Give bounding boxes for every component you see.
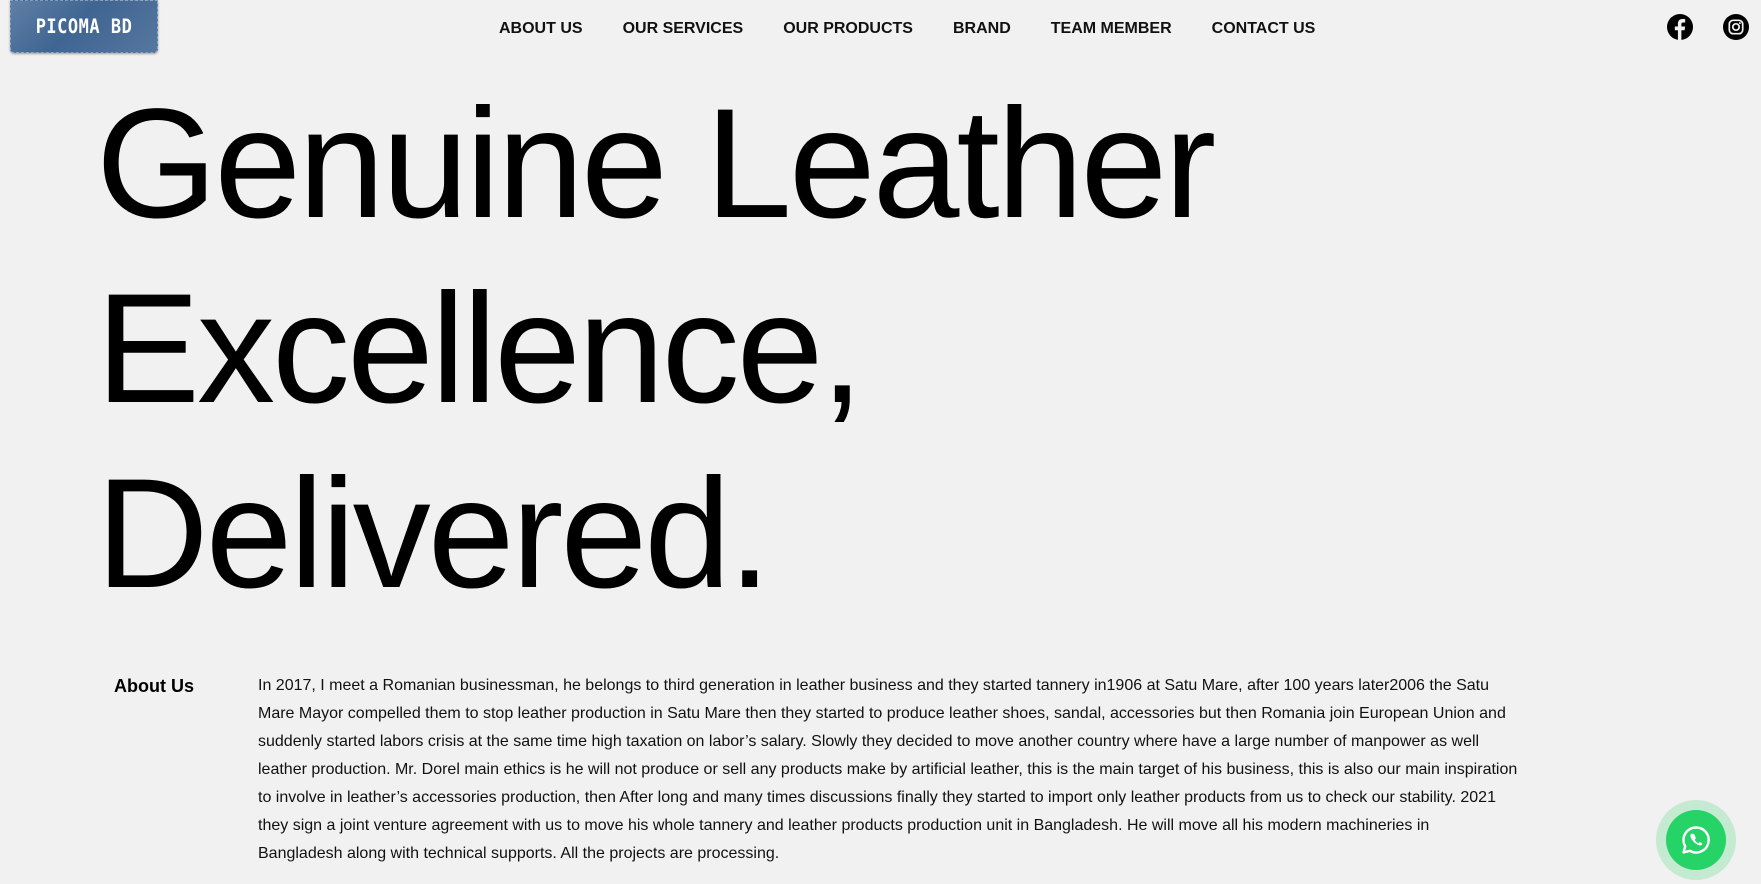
nav-contact-us[interactable]: CONTACT US — [1212, 20, 1316, 38]
about-us-text: In 2017, I meet a Romanian businessman, … — [258, 677, 1518, 862]
site-logo[interactable]: PICOMA BD — [10, 0, 158, 53]
nav-team-member[interactable]: TEAM MEMBER — [1051, 20, 1172, 38]
instagram-icon[interactable] — [1723, 14, 1749, 45]
about-us-label: About Us — [114, 676, 194, 696]
main-nav: ABOUT US OUR SERVICES OUR PRODUCTS BRAND… — [499, 20, 1315, 38]
logo-text: PICOMA BD — [35, 15, 133, 38]
hero-line-1: Genuine Leather — [96, 77, 1216, 251]
whatsapp-icon — [1666, 810, 1726, 870]
nav-about-us[interactable]: ABOUT US — [499, 20, 583, 38]
nav-our-services[interactable]: OUR SERVICES — [623, 20, 744, 38]
facebook-icon[interactable] — [1667, 14, 1693, 45]
whatsapp-button[interactable] — [1656, 800, 1736, 880]
nav-brand[interactable]: BRAND — [953, 20, 1011, 38]
nav-our-products[interactable]: OUR PRODUCTS — [783, 20, 913, 38]
hero-line-2: Excellence, — [96, 262, 864, 436]
hero-heading: Genuine Leather Excellence, Delivered. — [96, 72, 1216, 627]
hero-line-3: Delivered. — [96, 447, 771, 621]
